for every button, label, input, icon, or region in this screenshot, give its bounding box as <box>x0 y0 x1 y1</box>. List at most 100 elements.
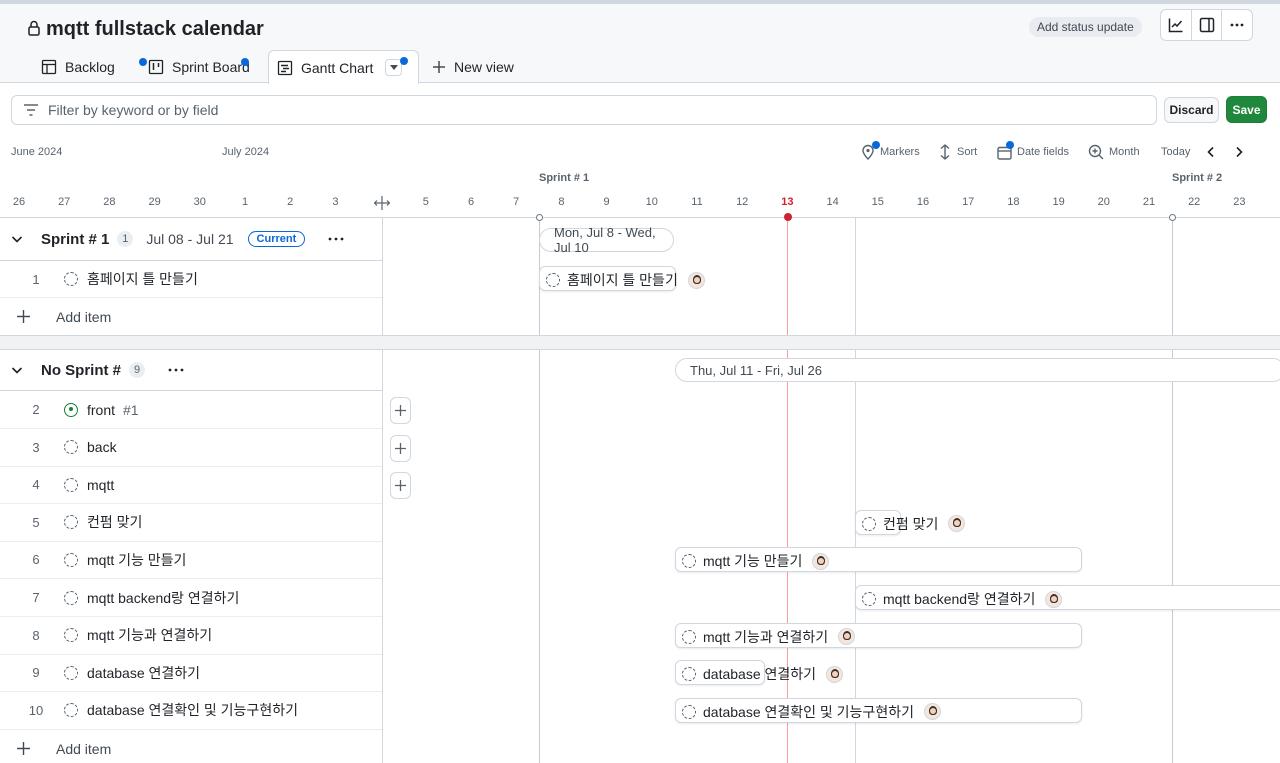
today-button[interactable]: Today <box>1161 143 1190 161</box>
item-title[interactable]: database 연결확인 및 기능구현하기 <box>87 700 298 720</box>
row-number: 5 <box>32 514 40 530</box>
add-item-row[interactable]: Add item <box>0 298 382 335</box>
table-row[interactable]: 8 mqtt 기능과 연결하기 <box>0 617 382 655</box>
markers-dot <box>872 141 880 149</box>
avatar <box>838 628 856 646</box>
more-options-button[interactable] <box>1222 10 1252 40</box>
tab-backlog-label: Backlog <box>65 58 115 75</box>
avatar <box>687 271 705 289</box>
roadmap-icon <box>277 60 293 75</box>
item-title[interactable]: database 연결하기 <box>87 663 200 683</box>
tab-backlog[interactable]: Backlog <box>33 50 147 83</box>
next-button[interactable] <box>1233 143 1245 161</box>
day-label: 7 <box>513 196 520 208</box>
save-button[interactable]: Save <box>1226 96 1267 123</box>
kebab-icon <box>1230 23 1244 27</box>
month-zoom-label: Month <box>1109 146 1140 158</box>
draft-status-icon <box>64 477 78 492</box>
current-badge: Current <box>247 231 306 247</box>
group-name: No Sprint # <box>41 361 122 379</box>
draft-status-icon <box>64 665 78 680</box>
new-view-label: New view <box>454 58 514 75</box>
table-row[interactable]: 1 홈페이지 틀 만들기 <box>0 261 382 298</box>
avatar <box>812 552 830 570</box>
bar-title: database 연결확인 및 기능구현하기 <box>703 703 914 720</box>
schedule-item-button[interactable] <box>390 472 411 500</box>
day-label: 5 <box>422 196 429 208</box>
bar-title: 홈페이지 틀 만들기 <box>567 272 678 288</box>
chevron-down-icon[interactable] <box>11 233 23 245</box>
filter-icon <box>24 104 38 116</box>
chevron-left-icon <box>1207 146 1214 158</box>
avatar <box>826 665 844 683</box>
new-view-button[interactable]: New view <box>424 50 522 83</box>
table-row[interactable]: 4 mqtt <box>0 466 382 505</box>
today-marker <box>784 213 792 221</box>
kebab-icon[interactable] <box>167 367 185 373</box>
draft-status-icon <box>64 590 78 605</box>
filter-placeholder: Filter by keyword or by field <box>48 102 219 118</box>
item-title[interactable]: mqtt backend랑 연결하기 <box>87 588 239 608</box>
chevron-down-icon[interactable] <box>11 364 23 376</box>
markers-button[interactable]: Markers <box>861 141 920 161</box>
table-row[interactable]: 10 database 연결확인 및 기능구현하기 <box>0 692 382 730</box>
day-label: 14 <box>826 196 839 208</box>
insights-button[interactable] <box>1161 10 1192 40</box>
previous-button[interactable] <box>1205 143 1217 161</box>
day-label: 21 <box>1142 196 1156 208</box>
group-header-no-sprint[interactable]: No Sprint # 9 <box>0 350 382 391</box>
date-fields-dot <box>1006 141 1014 149</box>
group-header-sprint-1[interactable]: Sprint # 1 1 Jul 08 - Jul 21 Current <box>0 218 382 261</box>
bar-title: database 연결하기 <box>703 666 817 683</box>
bar-title: mqtt 기능 만들기 <box>703 553 803 570</box>
discard-button[interactable]: Discard <box>1164 97 1219 123</box>
row-number: 4 <box>32 477 40 493</box>
issue-reference[interactable]: #1 <box>123 402 139 418</box>
tab-sprint-board-label: Sprint Board <box>172 58 250 75</box>
side-panel-button[interactable] <box>1192 10 1223 40</box>
item-title[interactable]: back <box>87 439 117 455</box>
kebab-icon[interactable] <box>327 236 345 242</box>
group-count: 1 <box>117 231 134 247</box>
month-label: June 2024 <box>11 146 63 158</box>
filter-input[interactable]: Filter by keyword or by field <box>11 95 1157 125</box>
table-row[interactable]: 5 컨펌 맞기 <box>0 504 382 542</box>
table-icon <box>41 59 57 74</box>
item-title[interactable]: mqtt 기능 만들기 <box>87 550 186 570</box>
sidebar-icon <box>1199 17 1214 33</box>
draft-status-icon <box>862 592 876 606</box>
zoom-month-button[interactable]: Month <box>1088 143 1140 161</box>
item-title[interactable]: front <box>87 402 115 418</box>
day-label: 28 <box>103 196 116 208</box>
draft-status-icon <box>682 704 696 719</box>
table-row[interactable]: 7 mqtt backend랑 연결하기 <box>0 579 382 617</box>
pane-divider <box>382 218 383 763</box>
schedule-item-button[interactable] <box>390 434 411 462</box>
table-row[interactable]: 6 mqtt 기능 만들기 <box>0 541 382 580</box>
no-sprint-span-pill: Thu, Jul 11 - Fri, Jul 26 <box>675 358 1280 382</box>
item-title[interactable]: mqtt 기능과 연결하기 <box>87 625 212 645</box>
date-fields-button[interactable]: Date fields <box>997 141 1069 161</box>
table-row[interactable]: 3 back <box>0 429 382 467</box>
markers-label: Markers <box>880 146 920 158</box>
item-title[interactable]: mqtt <box>87 477 114 493</box>
add-item-row[interactable]: Add item <box>0 730 382 763</box>
project-title: mqtt fullstack calendar <box>46 18 264 40</box>
item-title[interactable]: 컨펌 맞기 <box>87 512 142 532</box>
tab-sprint-board[interactable]: Sprint Board <box>140 50 258 83</box>
column-resize-icon[interactable] <box>374 196 390 210</box>
date-fields-label: Date fields <box>1017 146 1069 158</box>
lock-icon <box>28 20 40 36</box>
schedule-item-button[interactable] <box>390 397 411 424</box>
item-title[interactable]: 홈페이지 틀 만들기 <box>87 269 198 289</box>
table-row[interactable]: 2 front #1 <box>0 391 382 429</box>
add-item-label: Add item <box>56 308 112 325</box>
plus-icon <box>395 480 406 492</box>
draft-status-icon <box>682 629 696 644</box>
add-status-update-button[interactable]: Add status update <box>1029 17 1142 37</box>
sort-button[interactable]: Sort <box>938 143 977 161</box>
tab-gantt-chart[interactable]: Gantt Chart <box>268 50 419 84</box>
row-number: 10 <box>28 702 44 718</box>
table-row[interactable]: 9 database 연결하기 <box>0 654 382 693</box>
draft-status-icon <box>682 554 696 569</box>
